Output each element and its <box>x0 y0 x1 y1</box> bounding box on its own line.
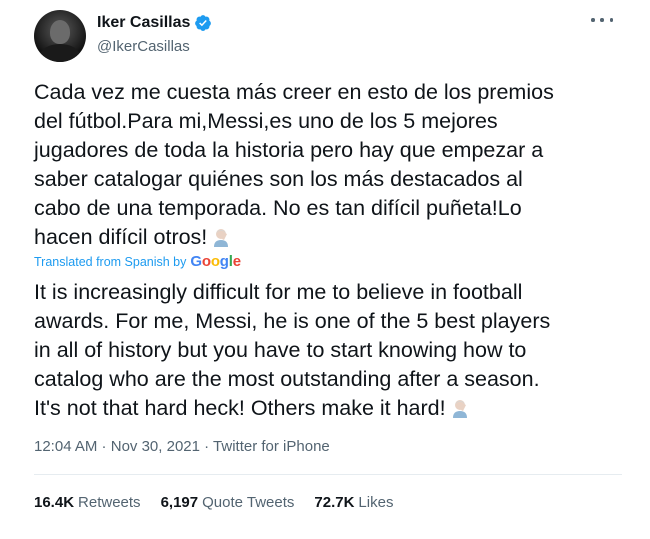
original-line-last: hacen difícil otros! <box>34 223 634 252</box>
translation-attribution[interactable]: Translated from Spanish by Google <box>34 253 241 270</box>
translated-from-label: Translated from Spanish by <box>34 255 187 269</box>
more-dot <box>591 18 595 22</box>
translated-line: It is increasingly difficult for me to b… <box>34 280 523 304</box>
tweet-card: Iker Casillas @IkerCasillas Cada vez me … <box>0 0 650 539</box>
retweets-stat[interactable]: 16.4K Retweets <box>34 494 141 511</box>
more-dot <box>600 18 604 22</box>
google-logo: Google <box>190 253 241 270</box>
retweets-count: 16.4K <box>34 494 75 511</box>
original-line: cabo de una temporada. No es tan difícil… <box>34 196 522 220</box>
meta-separator: · <box>97 438 111 455</box>
likes-count: 72.7K <box>314 494 355 511</box>
original-line: saber catalogar quiénes son los más dest… <box>34 167 523 191</box>
more-options-icon[interactable] <box>591 12 613 28</box>
man-facepalming-icon <box>452 400 467 418</box>
original-line: jugadores de toda la historia pero hay q… <box>34 138 544 162</box>
author-display-name[interactable]: Iker Casillas <box>97 14 190 32</box>
original-line-text: hacen difícil otros! <box>34 225 208 249</box>
translated-line: catalog who are the most outstanding aft… <box>34 367 540 391</box>
author-name-row: Iker Casillas <box>97 14 212 32</box>
translated-line: awards. For me, Messi, he is one of the … <box>34 309 551 333</box>
author-handle[interactable]: @IkerCasillas <box>97 38 190 55</box>
translated-line-last: It's not that hard heck! Others make it … <box>34 394 634 423</box>
more-dot <box>609 18 613 22</box>
likes-label: Likes <box>358 494 394 511</box>
avatar-head-shape <box>50 20 70 44</box>
tweet-translated-text: It is increasingly difficult for me to b… <box>34 278 634 423</box>
tweet-metadata: 12:04 AM · Nov 30, 2021 · Twitter for iP… <box>34 438 330 455</box>
original-line: del fútbol.Para mi,Messi,es uno de los 5… <box>34 109 498 133</box>
verified-badge-icon <box>195 15 212 31</box>
original-line: Cada vez me cuesta más creer en esto de … <box>34 80 554 104</box>
quote-tweets-count: 6,197 <box>160 494 199 511</box>
quote-tweets-label: Quote Tweets <box>202 494 295 511</box>
meta-separator: · <box>199 438 214 455</box>
translated-line: in all of history but you have to start … <box>34 338 527 362</box>
likes-stat[interactable]: 72.7K Likes <box>314 494 393 511</box>
tweet-original-text: Cada vez me cuesta más creer en esto de … <box>34 78 634 252</box>
tweet-date[interactable]: Nov 30, 2021 <box>111 438 200 455</box>
divider <box>34 474 622 475</box>
man-facepalming-icon <box>214 229 229 247</box>
translated-line-text: It's not that hard heck! Others make it … <box>34 396 446 420</box>
tweet-source[interactable]: Twitter for iPhone <box>213 438 330 455</box>
avatar-shoulders-shape <box>40 44 80 62</box>
quote-tweets-stat[interactable]: 6,197 Quote Tweets <box>161 494 295 511</box>
retweets-label: Retweets <box>78 494 141 511</box>
tweet-time[interactable]: 12:04 AM <box>34 438 97 455</box>
avatar[interactable] <box>34 10 86 62</box>
engagement-stats: 16.4K Retweets 6,197 Quote Tweets 72.7K Lik… <box>34 494 393 511</box>
